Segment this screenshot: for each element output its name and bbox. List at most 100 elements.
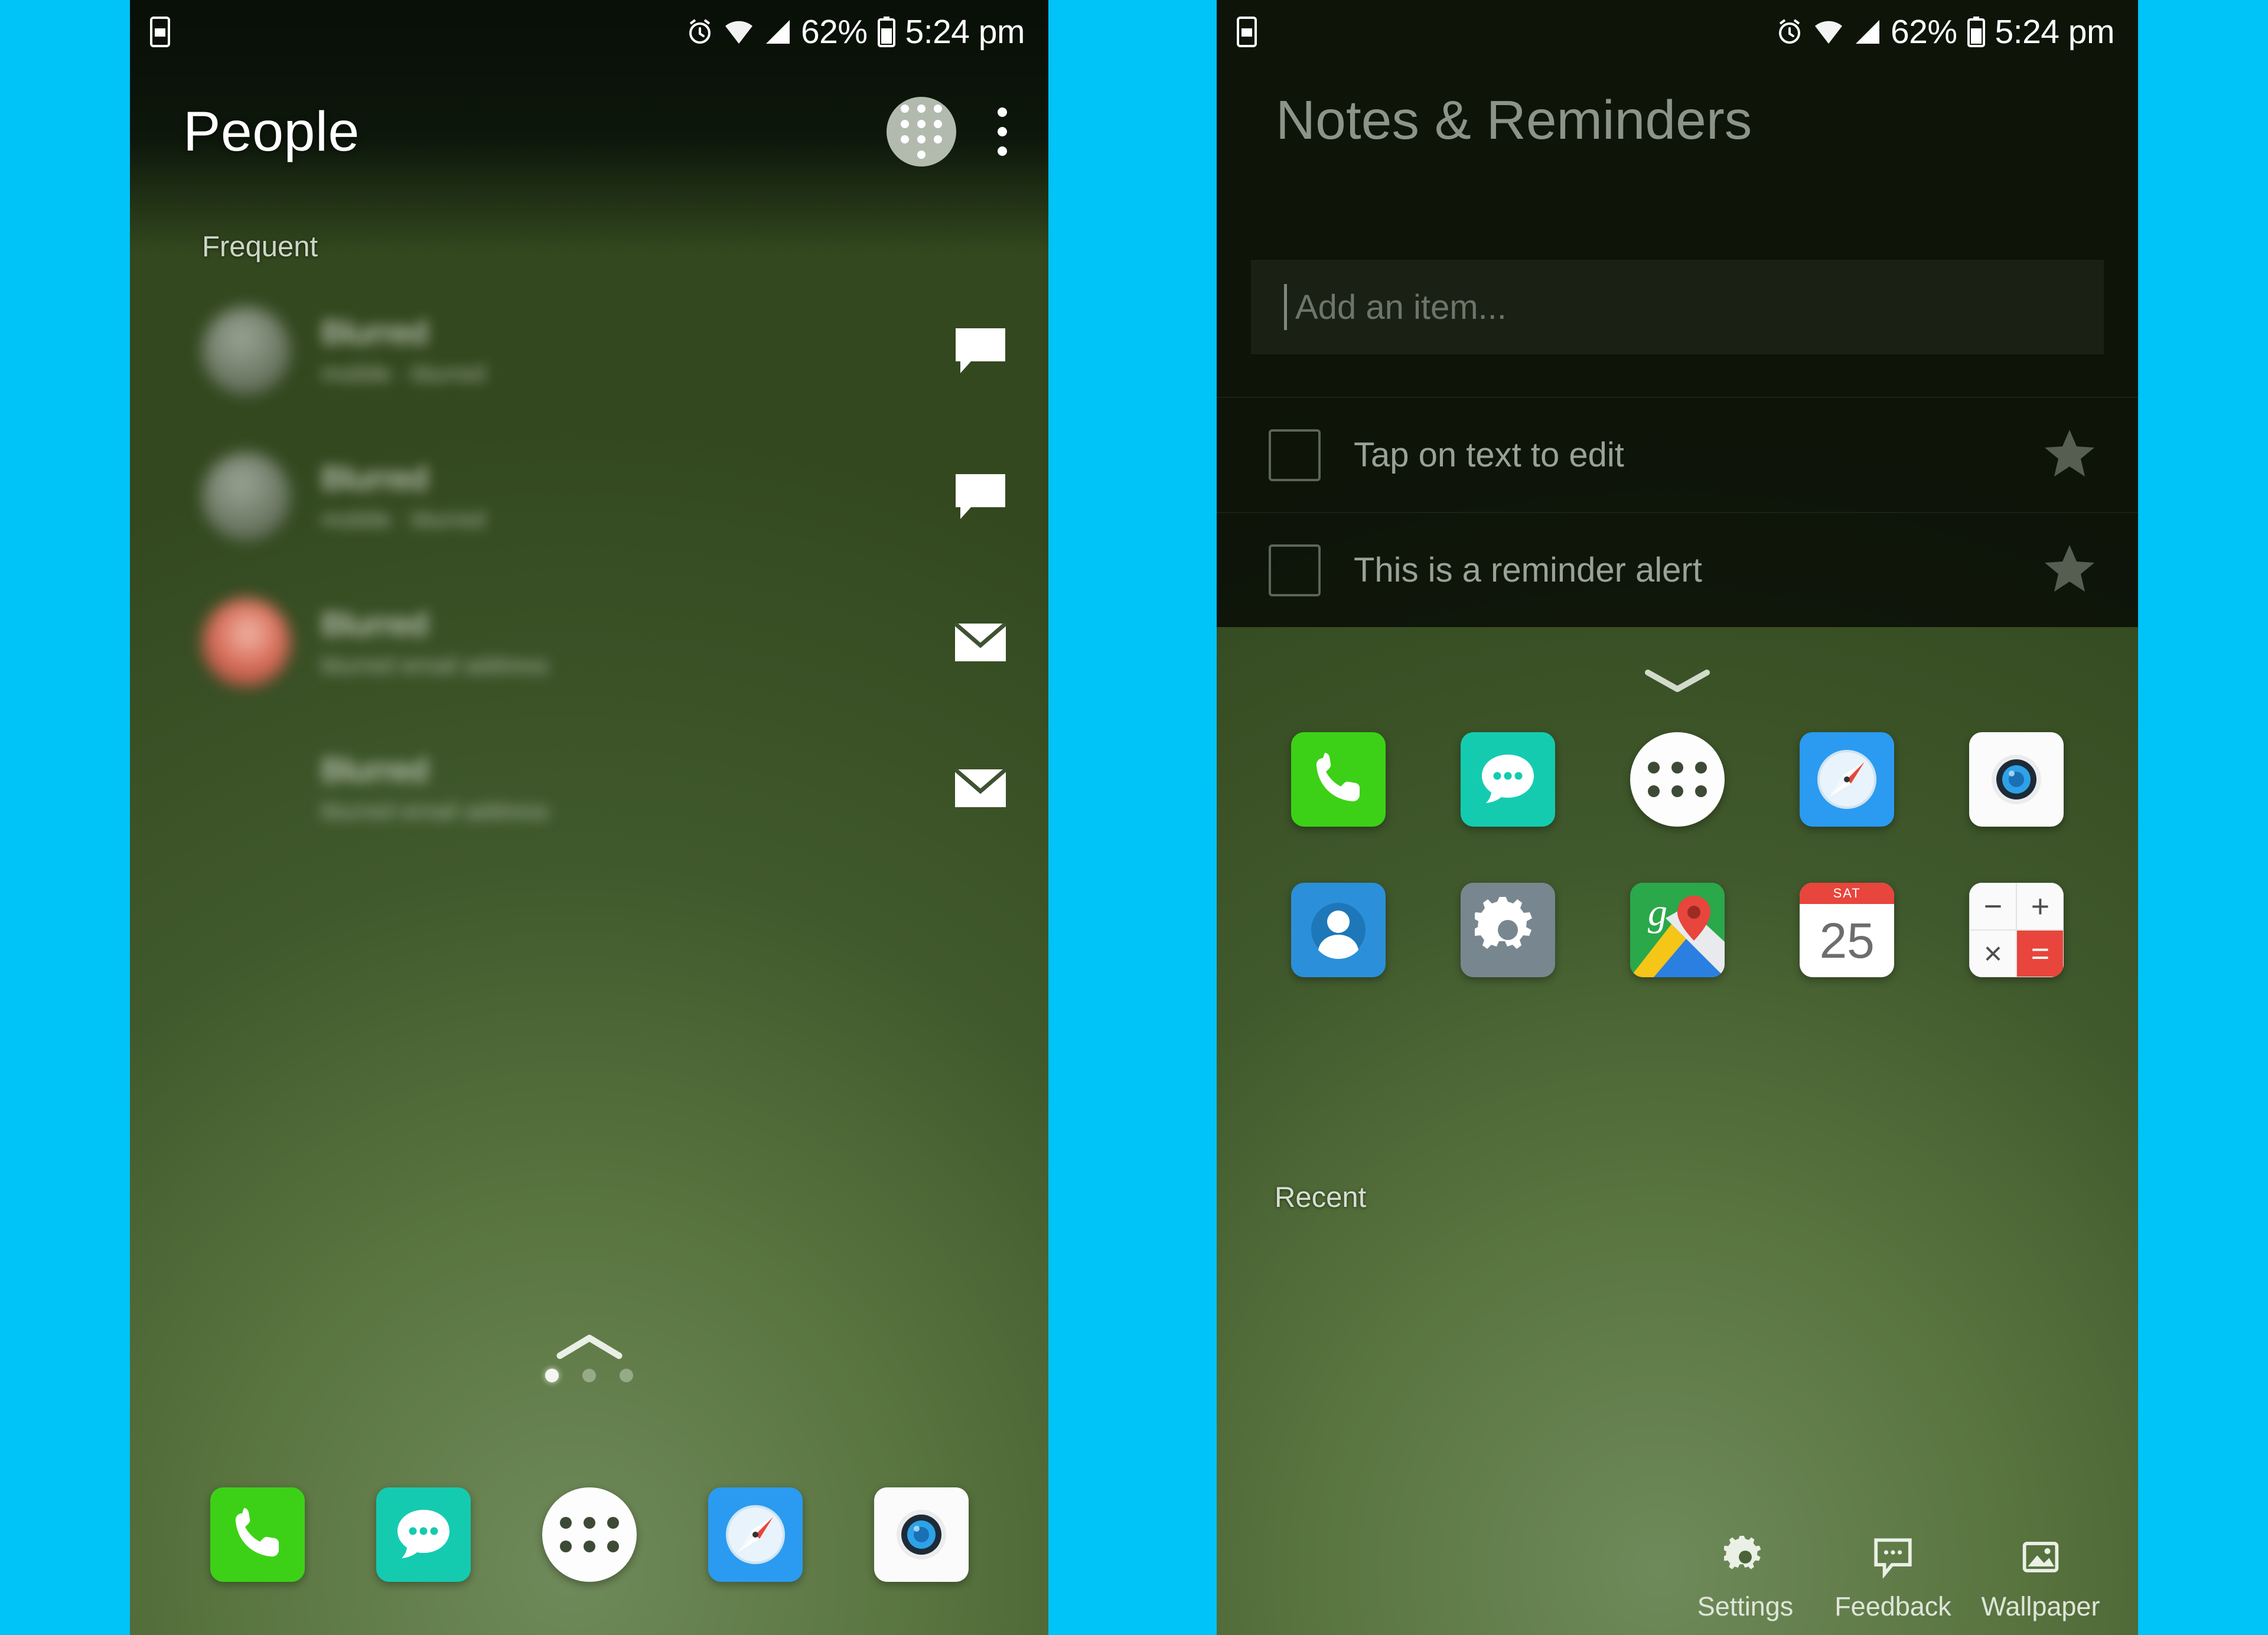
svg-text:g: g — [1648, 891, 1667, 934]
battery-percent: 62% — [1890, 13, 1957, 51]
app-item-contacts[interactable] — [1291, 883, 1386, 977]
dialpad-button[interactable] — [887, 97, 956, 167]
list-item[interactable]: This is a reminder alert — [1217, 512, 2138, 627]
contact-name: Blurred — [321, 750, 428, 788]
page-dot-2[interactable] — [582, 1369, 596, 1382]
wifi-icon — [724, 18, 754, 46]
bottom-bar-label: Feedback — [1834, 1591, 1951, 1621]
contacts-icon — [1311, 903, 1366, 960]
list-item[interactable]: Tap on text to edit — [1217, 397, 2138, 512]
table-row[interactable]: Blurred blurred email address — [130, 715, 1048, 861]
overflow-menu-button[interactable] — [985, 93, 1020, 170]
app-item-messages[interactable] — [1460, 732, 1555, 827]
app-drawer-icon — [559, 1517, 619, 1552]
battery-percent: 62% — [800, 13, 868, 51]
chevron-down-icon — [1645, 670, 1710, 692]
checkbox[interactable] — [1269, 429, 1321, 481]
camera-icon — [896, 1510, 946, 1559]
app-item-phone[interactable] — [1291, 732, 1386, 827]
bottom-bar-wallpaper[interactable]: Wallpaper — [1967, 1536, 2114, 1622]
app-grid-row-2: g SAT 25 − + × = — [1217, 883, 2138, 977]
image-icon — [2022, 1542, 2059, 1572]
chevron-up-icon[interactable] — [554, 1333, 625, 1360]
app-item-app-drawer[interactable] — [1630, 732, 1725, 827]
dialpad-icon — [901, 105, 942, 159]
bottom-bar: Settings Feedback Wallpaper — [1217, 1536, 2138, 1622]
bottom-bar-label: Wallpaper — [1981, 1591, 2100, 1621]
app-item-camera[interactable] — [1969, 732, 2064, 827]
contact-name: Blurred — [321, 459, 428, 497]
app-item-browser[interactable] — [1800, 732, 1895, 827]
collapse-panel-handle[interactable] — [1217, 664, 2138, 695]
gear-icon — [1724, 1536, 1761, 1569]
calendar-day-band: SAT — [1800, 883, 1895, 904]
bottom-bar-feedback[interactable]: Feedback — [1819, 1536, 1967, 1622]
table-row[interactable]: Blurred mobile · blurred — [130, 423, 1048, 569]
battery-icon — [877, 17, 895, 47]
contact-name: Blurred — [321, 605, 428, 642]
page-dot-3[interactable] — [620, 1369, 633, 1382]
message-icon[interactable] — [948, 472, 1013, 521]
signal-icon — [764, 18, 791, 46]
dock-item-app-drawer[interactable] — [542, 1487, 637, 1582]
app-item-calculator[interactable]: − + × = — [1969, 883, 2064, 977]
bottom-bar-settings[interactable]: Settings — [1671, 1536, 1819, 1622]
people-app-header: People — [130, 64, 1048, 200]
notes-app-title: Notes & Reminders — [1276, 89, 1752, 151]
calc-key-equals: = — [2016, 930, 2064, 977]
add-item-input[interactable]: Add an item... — [1251, 260, 2104, 354]
feedback-icon — [1874, 1538, 1912, 1578]
phone-icon — [235, 1508, 279, 1557]
calc-key-times: × — [1969, 930, 2017, 977]
contact-subtitle: mobile · blurred — [321, 361, 485, 387]
contact-subtitle: mobile · blurred — [321, 507, 485, 533]
app-item-maps[interactable]: g — [1630, 883, 1725, 977]
clock-time: 5:24 pm — [1995, 13, 2115, 51]
email-icon[interactable] — [948, 767, 1013, 809]
right-phone-screen: 62% 5:24 pm Notes & Reminders Add an ite… — [1217, 0, 2138, 1635]
contact-subtitle: blurred email address — [321, 652, 549, 679]
table-row[interactable]: Blurred blurred email address — [130, 569, 1048, 715]
calendar-day-label: SAT — [1833, 886, 1861, 900]
alarm-icon — [1775, 18, 1804, 46]
screenshot-icon — [1237, 17, 1257, 47]
avatar — [202, 452, 291, 541]
status-bar: 62% 5:24 pm — [1217, 0, 2138, 64]
left-phone-screen: 62% 5:24 pm People Frequent Blurred mobi… — [130, 0, 1048, 1635]
message-icon[interactable] — [948, 326, 1013, 376]
note-text[interactable]: Tap on text to edit — [1354, 435, 1624, 475]
wifi-icon — [1814, 18, 1843, 46]
checkbox[interactable] — [1269, 544, 1321, 596]
calc-key-plus: + — [2016, 883, 2064, 930]
contact-name: Blurred — [321, 313, 428, 351]
app-item-settings[interactable] — [1460, 883, 1555, 977]
screenshot-icon — [150, 17, 170, 47]
dock-item-messages[interactable] — [376, 1487, 471, 1582]
page-dot-1[interactable] — [545, 1369, 559, 1382]
page-indicator — [130, 1333, 1048, 1382]
star-icon[interactable] — [2042, 427, 2097, 482]
email-icon[interactable] — [948, 621, 1013, 663]
status-bar: 62% 5:24 pm — [130, 0, 1048, 64]
messages-icon — [397, 1510, 449, 1558]
app-grid-row-1 — [1217, 732, 2138, 827]
compass-icon — [1817, 750, 1877, 809]
frequent-section-label: Frequent — [202, 231, 318, 263]
dock-item-browser[interactable] — [708, 1487, 803, 1582]
alarm-icon — [686, 18, 714, 46]
dock-item-camera[interactable] — [874, 1487, 969, 1582]
dock-item-phone[interactable] — [210, 1487, 305, 1582]
maps-icon: g — [1630, 883, 1725, 977]
app-item-calendar[interactable]: SAT 25 — [1800, 883, 1895, 977]
page-title: People — [183, 100, 360, 163]
table-row[interactable]: Blurred mobile · blurred — [130, 278, 1048, 423]
messages-icon — [1481, 755, 1534, 803]
page-dots[interactable] — [545, 1369, 633, 1382]
note-text[interactable]: This is a reminder alert — [1354, 550, 1702, 590]
star-icon[interactable] — [2042, 543, 2097, 598]
avatar — [202, 744, 291, 833]
contact-subtitle: blurred email address — [321, 798, 549, 825]
calc-key-minus: − — [1969, 883, 2017, 930]
compass-icon — [725, 1505, 785, 1564]
bottom-bar-label: Settings — [1697, 1591, 1794, 1621]
